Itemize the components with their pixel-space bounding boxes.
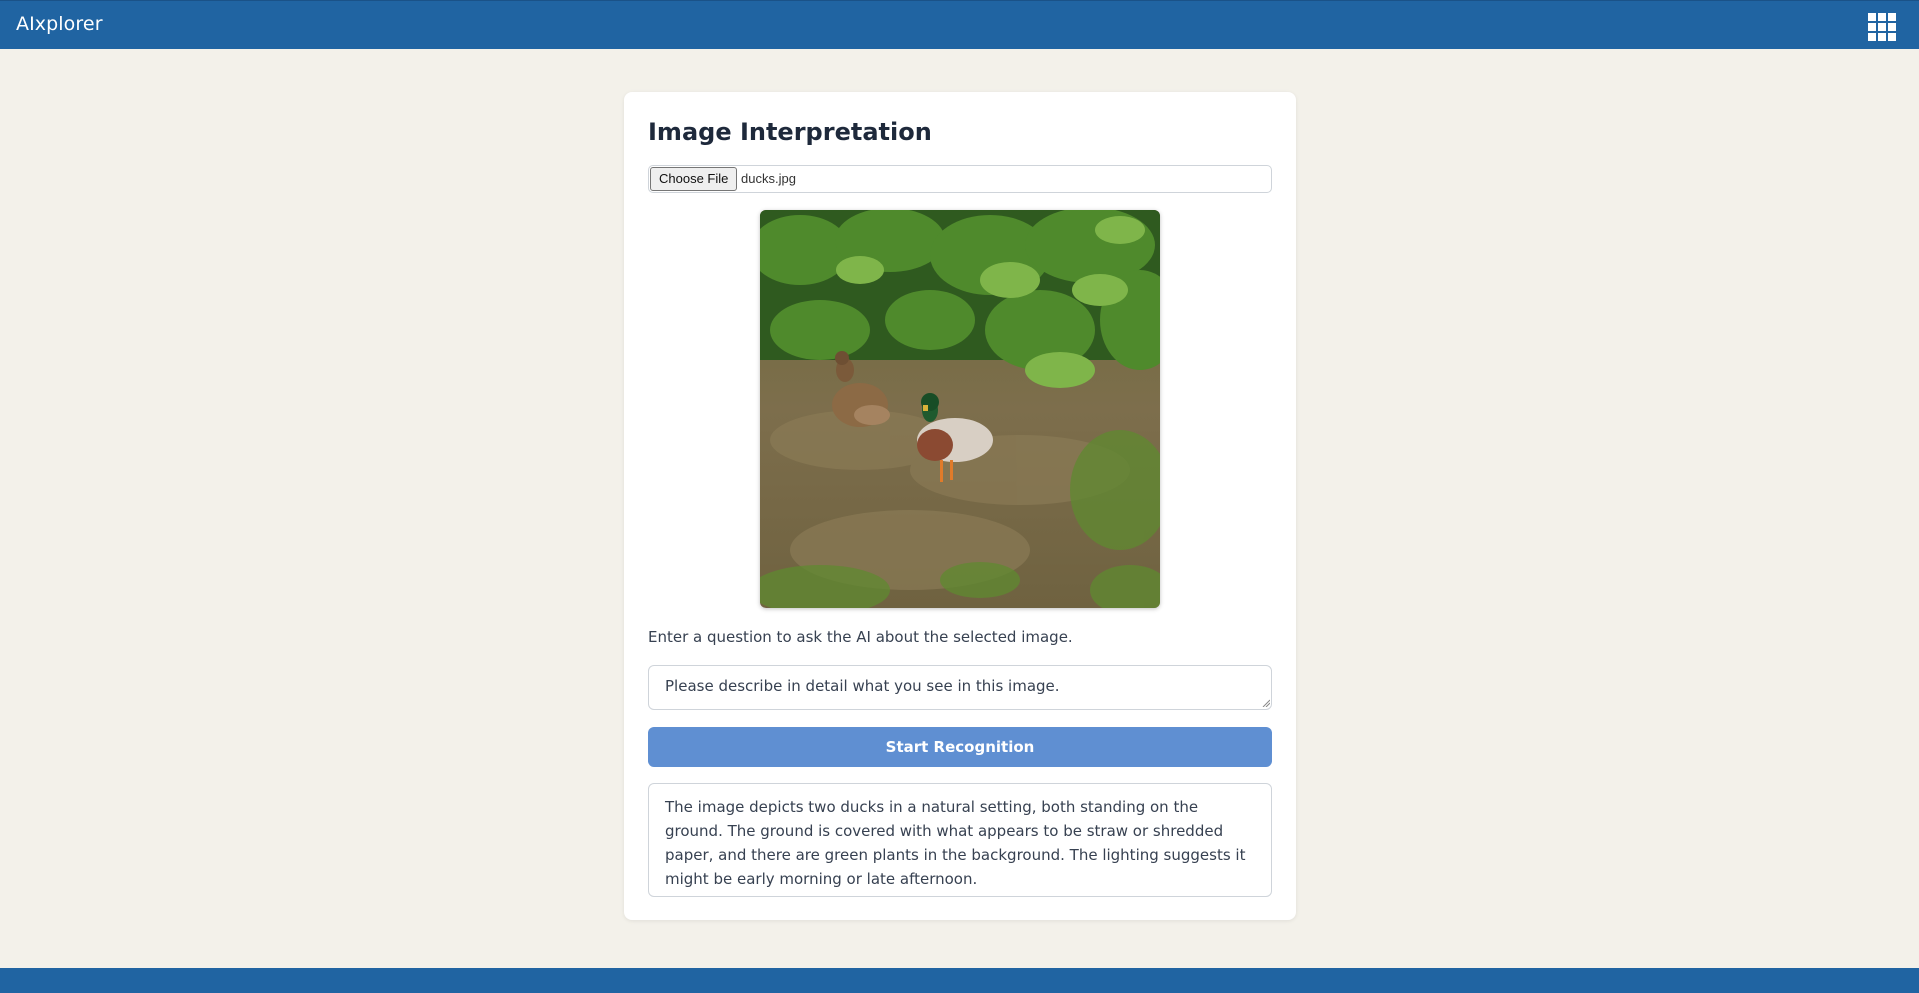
grid-apps-icon[interactable] bbox=[1868, 13, 1896, 41]
footer-bar bbox=[0, 968, 1919, 993]
resize-handle-icon[interactable] bbox=[1262, 699, 1270, 707]
result-output: The image depicts two ducks in a natural… bbox=[648, 783, 1272, 897]
app-title[interactable]: AIxplorer bbox=[16, 13, 103, 35]
image-interpretation-card: Image Interpretation Choose File ducks.j… bbox=[624, 92, 1296, 920]
card-title: Image Interpretation bbox=[648, 118, 932, 146]
top-navigation-bar: AIxplorer bbox=[0, 0, 1919, 49]
file-input[interactable]: Choose File ducks.jpg bbox=[648, 165, 1272, 193]
selected-file-name: ducks.jpg bbox=[741, 171, 796, 186]
question-instruction-label: Enter a question to ask the AI about the… bbox=[648, 628, 1073, 646]
choose-file-button[interactable]: Choose File bbox=[650, 167, 738, 191]
start-recognition-button[interactable]: Start Recognition bbox=[648, 727, 1272, 767]
question-textarea[interactable]: Please describe in detail what you see i… bbox=[648, 665, 1272, 710]
image-preview bbox=[760, 210, 1160, 608]
